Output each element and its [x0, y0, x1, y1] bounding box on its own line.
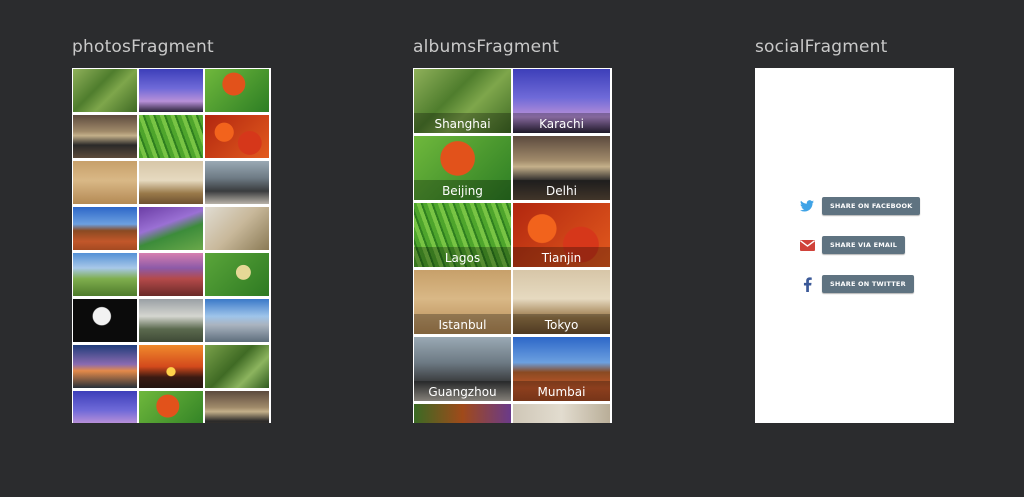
photo-thumb-mesa[interactable] [73, 207, 137, 250]
photo-grid [73, 69, 270, 423]
facebook-f-icon [799, 276, 815, 292]
photo-thumb-scope[interactable] [205, 299, 269, 342]
share-twitter-button[interactable]: SHARE ON TWITTER [822, 275, 914, 293]
share-email-row: SHARE VIA EMAIL [799, 236, 906, 254]
photo-thumb-hills[interactable] [73, 253, 137, 296]
album-caption: Beijing [414, 180, 511, 200]
photo-thumb-leaf[interactable] [205, 69, 269, 112]
album-caption: Guangzhou [414, 381, 511, 401]
twitter-bird-icon [799, 198, 815, 214]
photos-fragment-panel [72, 68, 271, 423]
photo-thumb-coast[interactable] [73, 115, 137, 158]
album-caption: Istanbul [414, 314, 511, 334]
photo-thumb-city[interactable] [205, 161, 269, 204]
photo-thumb-hiker[interactable] [73, 391, 137, 423]
album-caption: Shanghai [414, 113, 511, 133]
envelope-icon [799, 237, 815, 253]
photo-thumb-coast[interactable] [205, 391, 269, 423]
photo-thumb-grass[interactable] [139, 115, 203, 158]
album-tile-guangzhou[interactable]: Guangzhou [414, 337, 511, 401]
album-grid: Shanghai Karachi Beijing Delhi Lagos Tianjin I… [414, 69, 611, 401]
album-tile-lagos[interactable]: Lagos [414, 203, 511, 267]
album-tile-partial[interactable] [513, 404, 610, 423]
album-caption: Delhi [513, 180, 610, 200]
album-caption: Tianjin [513, 247, 610, 267]
share-email-button[interactable]: SHARE VIA EMAIL [822, 236, 906, 254]
photo-thumb-desert[interactable] [139, 161, 203, 204]
album-tile-tianjin[interactable]: Tianjin [513, 203, 610, 267]
photo-thumb-wheat[interactable] [73, 161, 137, 204]
photo-thumb-tree[interactable] [139, 299, 203, 342]
photos-fragment-title: photosFragment [72, 37, 214, 57]
album-tile-karachi[interactable]: Karachi [513, 69, 610, 133]
photo-thumb-field[interactable] [73, 69, 137, 112]
photo-thumb-snail[interactable] [205, 253, 269, 296]
album-tile-delhi[interactable]: Delhi [513, 136, 610, 200]
photo-thumb-field2[interactable] [205, 345, 269, 388]
photo-thumb-leaf[interactable] [139, 391, 203, 423]
album-caption: Tokyo [513, 314, 610, 334]
social-fragment-title: socialFragment [755, 37, 888, 57]
photo-thumb-maple[interactable] [205, 115, 269, 158]
photo-thumb-sunset[interactable] [139, 345, 203, 388]
album-tile-beijing[interactable]: Beijing [414, 136, 511, 200]
album-row-partial [414, 404, 611, 423]
album-tile-tokyo[interactable]: Tokyo [513, 270, 610, 334]
albums-fragment-title: albumsFragment [413, 37, 560, 57]
photo-thumb-wood[interactable] [205, 207, 269, 250]
album-caption: Lagos [414, 247, 511, 267]
share-facebook-button[interactable]: SHARE ON FACEBOOK [822, 197, 921, 215]
photo-thumb-purple[interactable] [139, 207, 203, 250]
share-facebook-row: SHARE ON FACEBOOK [799, 197, 921, 215]
album-tile-istanbul[interactable]: Istanbul [414, 270, 511, 334]
album-tile-shanghai[interactable]: Shanghai [414, 69, 511, 133]
album-caption: Karachi [513, 113, 610, 133]
share-twitter-row: SHARE ON TWITTER [799, 275, 914, 293]
photo-thumb-palm[interactable] [73, 345, 137, 388]
album-tile-partial[interactable] [414, 404, 511, 423]
photo-thumb-hiker[interactable] [139, 69, 203, 112]
photo-thumb-sunsetsky[interactable] [139, 253, 203, 296]
album-tile-mumbai[interactable]: Mumbai [513, 337, 610, 401]
photo-thumb-jelly[interactable] [73, 299, 137, 342]
albums-fragment-panel: Shanghai Karachi Beijing Delhi Lagos Tianjin I… [413, 68, 612, 423]
album-caption: Mumbai [513, 381, 610, 401]
social-fragment-panel: SHARE ON FACEBOOK SHARE VIA EMAIL SHARE … [755, 68, 954, 423]
